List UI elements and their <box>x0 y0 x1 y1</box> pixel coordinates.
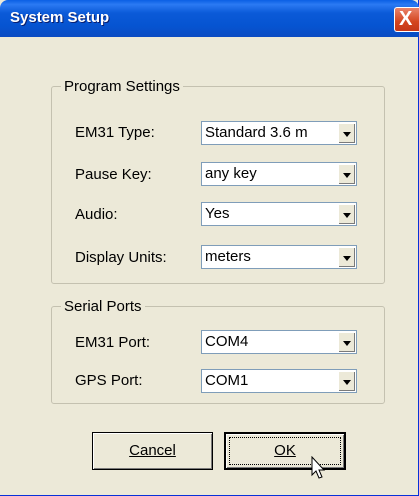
display-units-select[interactable]: meters <box>201 245 357 269</box>
chevron-down-icon[interactable] <box>338 123 355 143</box>
chevron-down-icon[interactable] <box>338 371 355 391</box>
serial-ports-legend: Serial Ports <box>61 298 145 315</box>
em31-type-label: EM31 Type: <box>75 124 155 141</box>
chevron-down-icon[interactable] <box>338 247 355 267</box>
ok-button[interactable]: OK <box>224 432 346 470</box>
chevron-down-icon[interactable] <box>338 164 355 184</box>
em31-type-value: Standard 3.6 m <box>205 124 308 141</box>
pause-key-select[interactable]: any key <box>201 162 357 186</box>
audio-value: Yes <box>205 205 230 222</box>
chevron-down-icon[interactable] <box>338 332 355 352</box>
close-icon: X <box>399 8 413 30</box>
em31-port-value: COM4 <box>205 333 249 350</box>
pause-key-value: any key <box>205 165 257 182</box>
audio-select[interactable]: Yes <box>201 202 357 226</box>
cancel-button[interactable]: Cancel <box>92 432 213 470</box>
em31-type-select[interactable]: Standard 3.6 m <box>201 121 357 145</box>
close-button[interactable]: X <box>394 7 419 32</box>
window-title: System Setup <box>10 9 110 26</box>
pause-key-label: Pause Key: <box>75 166 152 183</box>
display-units-label: Display Units: <box>75 249 167 266</box>
em31-port-label: EM31 Port: <box>75 334 151 351</box>
cancel-button-label: Cancel <box>129 442 176 459</box>
audio-label: Audio: <box>75 206 118 223</box>
gps-port-select[interactable]: COM1 <box>201 369 357 393</box>
program-settings-legend: Program Settings <box>61 78 183 95</box>
em31-port-select[interactable]: COM4 <box>201 330 357 354</box>
gps-port-label: GPS Port: <box>75 372 143 389</box>
display-units-value: meters <box>205 248 251 265</box>
chevron-down-icon[interactable] <box>338 204 355 224</box>
title-bar[interactable]: System Setup X <box>0 0 419 37</box>
mouse-pointer-icon <box>311 456 326 479</box>
gps-port-value: COM1 <box>205 372 249 389</box>
system-setup-dialog: System Setup X Program Settings EM31 Typ… <box>0 0 419 496</box>
